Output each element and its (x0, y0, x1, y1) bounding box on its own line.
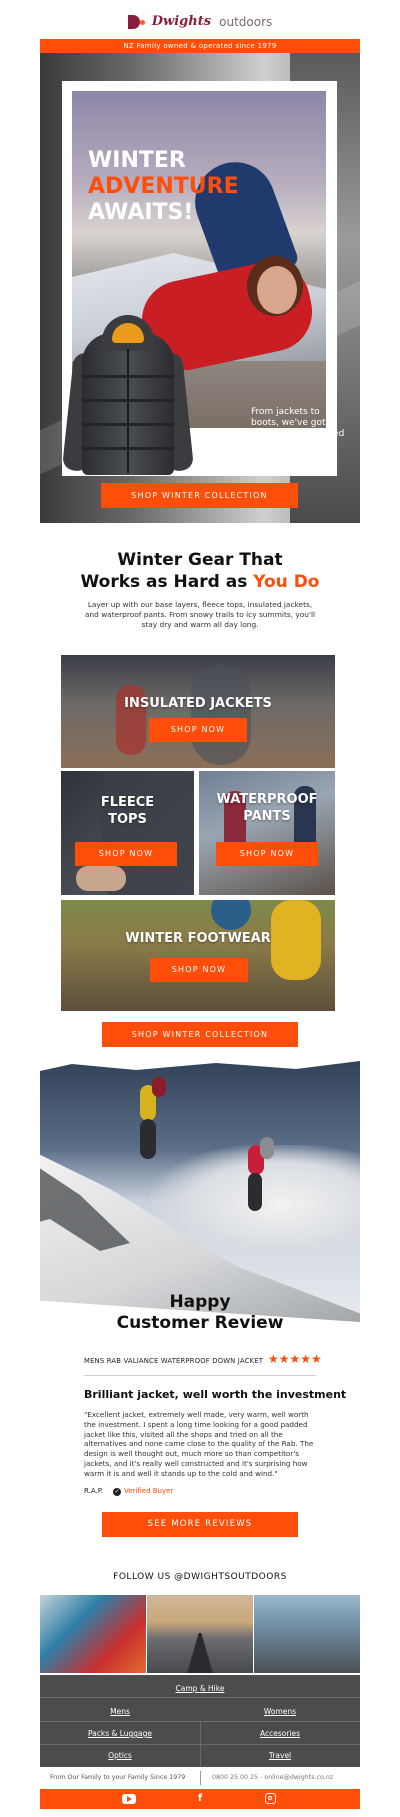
hero-blurb: From jackets to boots, we've got everyth… (251, 407, 345, 461)
tile-label: WATERPROOF PANTS (216, 792, 318, 824)
checkmark-icon: ✓ (113, 1488, 121, 1496)
hero-title: WINTER ADVENTURE AWAITS! (88, 148, 288, 226)
review-section-title: Happy Customer Review (116, 1292, 284, 1333)
facebook-icon[interactable]: f (193, 1793, 207, 1805)
footer-link-camp-hike[interactable]: Camp & Hike (40, 1684, 360, 1693)
footer-link-accessories[interactable]: Accesories (200, 1729, 360, 1738)
gear-title-line1: Winter Gear That (117, 550, 283, 570)
gear-section-copy: Layer up with our base layers, fleece to… (84, 600, 316, 629)
review-product-name[interactable]: MENS RAB VALIANCE WATERPROOF DOWN JACKET (84, 1357, 263, 1365)
footer-link-optics[interactable]: Optics (40, 1751, 200, 1760)
tile-label: FLEECE TOPS (100, 795, 155, 827)
follow-us-heading[interactable]: FOLLOW US @DWIGHTSOUTDOORS (0, 1572, 400, 1582)
footer-nav: Camp & Hike Mens Womens Packs & Luggage … (40, 1675, 360, 1767)
hero-title-line3: AWAITS! (88, 200, 194, 225)
footer-contact[interactable]: 0800 25 00 25 - online@dwights.co.nz (212, 1774, 333, 1781)
verified-buyer-badge: ✓ Verified Buyer (113, 1487, 174, 1496)
hero-jacket-image (61, 315, 195, 475)
gear-title-line2: Works as Hard as (80, 572, 254, 592)
footer-info: From Our Family to your Family Since 197… (40, 1771, 360, 1785)
gallery-image-3[interactable] (254, 1595, 360, 1673)
instagram-icon[interactable] (263, 1793, 277, 1805)
footer-link-packs-luggage[interactable]: Packs & Luggage (40, 1729, 200, 1738)
gallery-image-2[interactable] (147, 1595, 253, 1673)
divider (84, 1375, 316, 1376)
footer-link-mens[interactable]: Mens (40, 1707, 200, 1716)
gear-title-accent: You Do (253, 572, 320, 592)
brand-suffix: outdoors (219, 14, 273, 29)
shop-now-button[interactable]: SHOP NOW (75, 842, 177, 866)
email-page: Dwights outdoors NZ Family owned & opera… (0, 0, 400, 1817)
footer-family-text: From Our Family to your Family Since 197… (50, 1774, 186, 1781)
star-rating: ★★★★★ (268, 1352, 322, 1366)
tagline-bar: NZ Family owned & operated since 1979 (40, 39, 360, 53)
footer-link-womens[interactable]: Womens (200, 1707, 360, 1716)
review-author: R.A.P. (84, 1487, 104, 1495)
tile-winter-footwear[interactable]: WINTER FOOTWEAR SHOP NOW (61, 900, 335, 1011)
shop-winter-collection-button[interactable]: SHOP WINTER COLLECTION (101, 483, 298, 508)
shop-now-button[interactable]: SHOP NOW (150, 958, 248, 982)
shop-now-button[interactable]: SHOP NOW (149, 718, 247, 742)
shop-now-button[interactable]: SHOP NOW (216, 842, 318, 866)
brand-logo[interactable]: Dwights outdoors (0, 11, 400, 33)
gallery-image-1[interactable] (40, 1595, 146, 1673)
climbers-photo (40, 1055, 360, 1322)
hero-title-line1: WINTER (88, 148, 186, 173)
tile-label: WINTER FOOTWEAR (125, 931, 271, 946)
youtube-icon[interactable] (122, 1793, 136, 1805)
logo-mark-icon (127, 14, 145, 29)
review-body: "Excellent jacket, extremely well made, … (84, 1410, 314, 1478)
see-more-reviews-button[interactable]: SEE MORE REVIEWS (102, 1512, 298, 1537)
social-bar: f (40, 1789, 360, 1809)
tile-waterproof-pants[interactable]: WATERPROOF PANTS SHOP NOW (199, 771, 335, 895)
review-headline: Brilliant jacket, well worth the investm… (84, 1388, 347, 1401)
instagram-gallery (40, 1595, 360, 1673)
shop-winter-collection-button-2[interactable]: SHOP WINTER COLLECTION (102, 1022, 298, 1047)
tile-fleece-tops[interactable]: FLEECE TOPS SHOP NOW (61, 771, 194, 895)
divider (200, 1771, 201, 1785)
brand-name: Dwights (151, 14, 212, 29)
footer-link-travel[interactable]: Travel (200, 1751, 360, 1760)
gear-section-title: Winter Gear That Works as Hard as You Do (0, 549, 400, 593)
tile-label: INSULATED JACKETS (124, 696, 272, 711)
hero-banner: WINTER ADVENTURE AWAITS! From jackets to… (40, 53, 360, 523)
hero-title-accent: ADVENTURE (88, 174, 239, 199)
tile-insulated-jackets[interactable]: INSULATED JACKETS SHOP NOW (61, 655, 335, 768)
